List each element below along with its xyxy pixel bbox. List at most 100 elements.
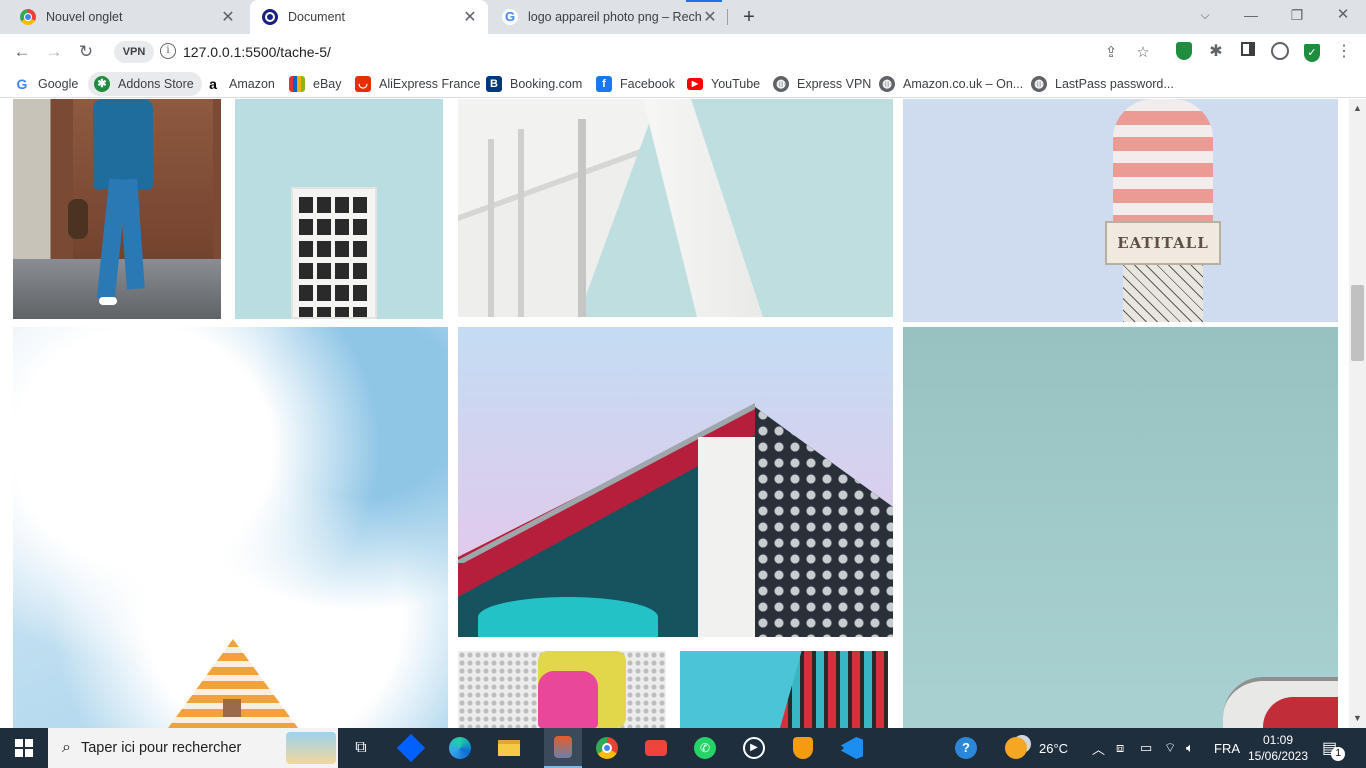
bookmark-label: Amazon <box>229 77 275 91</box>
edge-icon[interactable] <box>446 734 474 762</box>
new-tab-button[interactable]: + <box>737 5 761 29</box>
taskbar-search[interactable]: ⌕ Taper ici pour rechercher <box>48 728 338 768</box>
task-view-icon[interactable]: ⧉ <box>347 734 375 762</box>
clock-time: 01:09 <box>1262 733 1294 747</box>
tab-title: Nouvel onglet <box>46 10 123 24</box>
chrome-icon <box>20 9 36 25</box>
bookmark-amazon[interactable]: a Amazon <box>205 74 275 94</box>
vscode-icon[interactable] <box>838 734 866 762</box>
gallery-image-yellow-backpack[interactable] <box>458 651 666 728</box>
browser-toolbar: ← → ↻ VPN i 127.0.0.1:5500/tache-5/ ⇪ ☆ … <box>0 34 1366 70</box>
back-arrow-icon[interactable]: ← <box>10 40 34 64</box>
gallery-image-ice-cream-sign[interactable]: EATITALL <box>903 99 1338 322</box>
forward-arrow-icon[interactable]: → <box>42 40 66 64</box>
bookmark-facebook[interactable]: f Facebook <box>596 74 675 94</box>
site-info-icon[interactable]: i <box>160 43 176 59</box>
gallery-image-white-building[interactable] <box>235 99 443 319</box>
tab-search-icon[interactable]: ⌵ <box>1182 0 1228 30</box>
bookmark-youtube[interactable]: ▶ YouTube <box>687 74 760 94</box>
side-panel-icon[interactable] <box>1238 42 1258 62</box>
share-icon[interactable]: ⇪ <box>1102 44 1120 62</box>
bookmark-ebay[interactable]: eBay <box>289 74 342 94</box>
bookmark-label: Booking.com <box>510 77 583 91</box>
gallery-image-clouds-pyramid[interactable] <box>13 327 448 728</box>
anydesk-icon[interactable] <box>642 734 670 762</box>
tab-title: Document <box>288 10 345 24</box>
url-text[interactable]: 127.0.0.1:5500/tache-5/ <box>183 44 331 60</box>
vpn-badge[interactable]: VPN <box>114 41 154 63</box>
tab-divider <box>727 9 728 25</box>
gallery-image-man-walking[interactable] <box>13 99 221 319</box>
bookmark-google[interactable]: G Google <box>14 74 79 94</box>
tab-google-search[interactable]: G logo appareil photo png – Reche ✕ <box>490 0 728 34</box>
file-explorer-icon[interactable] <box>495 734 523 762</box>
extensions-puzzle-icon[interactable]: ✱ <box>1206 42 1226 62</box>
notification-count: 1 <box>1331 747 1346 761</box>
bookmark-label: AliExpress France <box>379 77 481 91</box>
notification-center-icon[interactable]: ▤ 1 <box>1322 728 1351 768</box>
scroll-down-arrow-icon[interactable]: ▼ <box>1353 713 1362 723</box>
bookmark-express-vpn[interactable]: ◍ Express VPN <box>773 74 871 94</box>
close-tab-icon[interactable]: ✕ <box>702 7 718 27</box>
restore-button[interactable]: ❐ <box>1274 0 1320 30</box>
bookmark-lastpass[interactable]: ◍ LastPass password... <box>1031 74 1174 94</box>
close-tab-icon[interactable]: ✕ <box>220 7 236 27</box>
gallery-image-white-architecture[interactable] <box>458 99 893 317</box>
bookmark-addons-store[interactable]: ✱ Addons Store <box>88 72 202 96</box>
security-shield-icon[interactable]: ✓ <box>1302 42 1322 62</box>
close-window-button[interactable]: ✕ <box>1320 0 1366 30</box>
bookmark-star-icon[interactable]: ☆ <box>1134 44 1152 62</box>
globe-icon: ◍ <box>773 76 789 92</box>
help-icon[interactable]: ? <box>955 728 977 768</box>
meet-now-icon[interactable]: ⧈ <box>1116 728 1124 768</box>
windows-taskbar: ⌕ Taper ici pour rechercher ⧉ ✆ ▶ ? 26°C… <box>0 728 1366 768</box>
taskbar-search-placeholder: Taper ici pour rechercher <box>80 740 242 756</box>
ice-cream-sign-label: EATITALL <box>1105 221 1221 265</box>
page-scrollbar[interactable]: ▲ ▼ <box>1349 99 1366 728</box>
scrollbar-thumb[interactable] <box>1351 285 1364 361</box>
show-hidden-icons[interactable]: ︿ <box>1092 728 1105 768</box>
bookmark-label: Amazon.co.uk – On... <box>903 77 1024 91</box>
bookmark-amazon-uk[interactable]: ◍ Amazon.co.uk – On... <box>879 74 1023 94</box>
bookmark-aliexpress[interactable]: ◡ AliExpress France <box>355 74 480 94</box>
bookmark-label: Google <box>38 77 79 91</box>
bookmark-label: YouTube <box>711 77 761 91</box>
close-tab-icon[interactable]: ✕ <box>462 7 478 27</box>
minimize-button[interactable]: — <box>1228 0 1274 30</box>
address-bar[interactable]: VPN i 127.0.0.1:5500/tache-5/ ⇪ ☆ <box>108 38 1168 66</box>
media-player-icon[interactable]: ▶ <box>740 734 768 762</box>
app-icon-active[interactable] <box>544 728 582 768</box>
lastpass-extension-icon[interactable] <box>1174 42 1194 62</box>
chrome-taskbar-icon[interactable] <box>593 734 621 762</box>
battery-icon[interactable]: ▭ <box>1140 728 1152 768</box>
network-icon[interactable]: ⌔ <box>1164 728 1176 768</box>
whatsapp-icon[interactable]: ✆ <box>691 734 719 762</box>
chrome-menu-icon[interactable]: ⋮ <box>1334 42 1354 62</box>
gallery-image-teal-sky[interactable] <box>903 327 1338 728</box>
temperature: 26°C <box>1039 740 1069 756</box>
volume-muted-icon[interactable]: 🔈︎ <box>1186 728 1194 768</box>
weather-widget[interactable]: 26°C <box>1005 728 1068 768</box>
tab-nouvel-onglet[interactable]: Nouvel onglet ✕ <box>8 0 246 34</box>
reload-icon[interactable]: ↻ <box>74 40 98 64</box>
facebook-icon: f <box>596 76 612 92</box>
scroll-up-arrow-icon[interactable]: ▲ <box>1353 103 1362 113</box>
bookmark-label: eBay <box>313 77 342 91</box>
tab-strip: Nouvel onglet ✕ Document ✕ G logo appare… <box>0 0 1366 34</box>
profile-avatar-icon[interactable] <box>1270 42 1290 62</box>
dropbox-icon[interactable] <box>396 733 426 763</box>
google-icon: G <box>16 76 28 92</box>
tab-document[interactable]: Document ✕ <box>250 0 488 34</box>
globe-icon: ◍ <box>1031 76 1047 92</box>
tab-title: logo appareil photo png – Reche <box>528 10 702 24</box>
gallery-image-colorful-facade[interactable] <box>680 651 888 728</box>
addons-store-icon: ✱ <box>94 76 110 92</box>
gallery-image-modern-building[interactable] <box>458 327 893 637</box>
windows-start-icon[interactable] <box>10 734 38 762</box>
page-content: EATITALL <box>0 99 1366 728</box>
language-indicator[interactable]: FRA <box>1214 728 1240 768</box>
bookmarks-bar: G Google ✱ Addons Store a Amazon eBay ◡ … <box>0 70 1366 98</box>
clock[interactable]: 01:09 15/06/2023 <box>1248 728 1308 768</box>
bookmark-booking[interactable]: B Booking.com <box>486 74 582 94</box>
brave-icon[interactable] <box>789 734 817 762</box>
